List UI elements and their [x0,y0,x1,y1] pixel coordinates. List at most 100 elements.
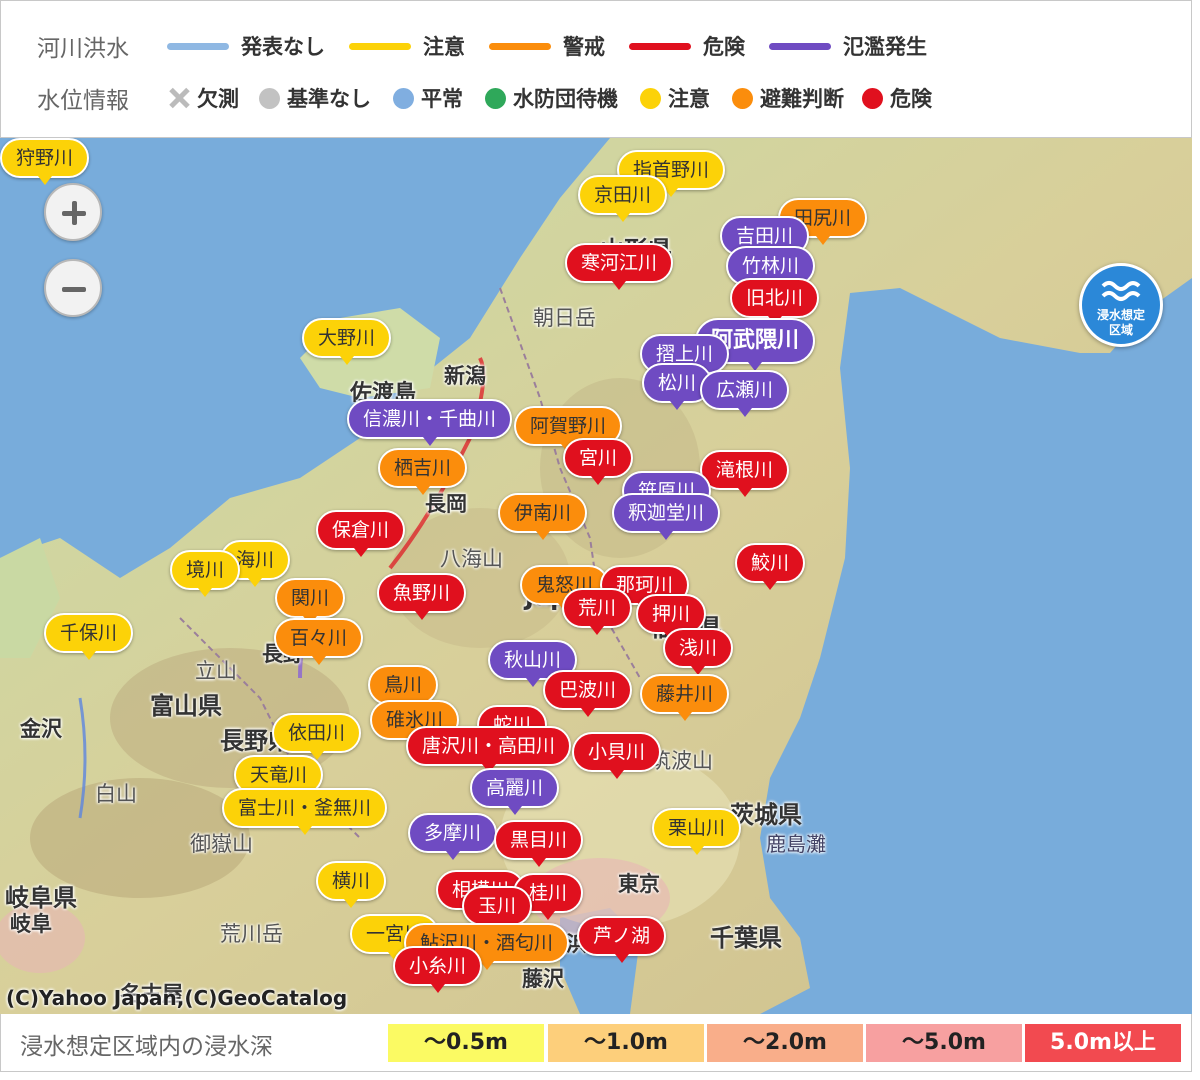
dot-icon [640,87,661,109]
depth-legend-title: 浸水想定区域内の浸水深 [20,1034,273,1060]
waves-icon [1101,281,1141,301]
dot-icon [485,87,506,109]
place-label: 岐阜 [10,912,52,936]
level-missing: 欠測 [167,83,239,113]
legend-danger: 危険 [629,31,745,61]
legend-warning-label: 警戒 [563,35,605,59]
legend-caution: 注意 [349,31,465,61]
x-icon [167,86,191,110]
plus-icon-vertical [72,201,77,225]
zoom-in-button[interactable] [44,183,102,241]
line-icon [167,42,229,50]
river-marker[interactable]: 京田川 [578,175,668,222]
place-label: 立山 [195,659,237,683]
river-marker[interactable]: 釈迦堂川 [612,493,721,540]
flood-map[interactable]: 浸水想定 区域 新潟佐渡島山形県朝日岳長岡八海山立山富山県金沢白山長野県長野御嶽… [0,138,1192,1014]
river-marker[interactable]: 狩野川 [0,138,90,185]
river-marker[interactable]: 黒目川 [494,820,584,867]
depth-1-0m: ～1.0m [548,1024,704,1062]
line-icon [349,42,411,50]
water-level-legend: 水位情報 欠測 基準なし 平常 水防団待機 注意 避難判断 危険 [37,78,932,118]
place-label: 八海山 [440,547,503,571]
place-label: 長岡 [425,492,467,516]
flood-zone-button[interactable]: 浸水想定 区域 [1079,263,1163,347]
dot-icon [259,87,280,109]
zoom-out-button[interactable] [44,259,102,317]
depth-0-5m: ～0.5m [388,1024,544,1062]
place-label: 白山 [95,782,137,806]
river-marker[interactable]: 信濃川・千曲川 [347,399,513,446]
river-marker[interactable]: 藤井川 [640,674,730,721]
river-marker[interactable]: 玉川 [462,886,533,933]
river-marker[interactable]: 高麗川 [470,768,560,815]
depth-5-0m: ～5.0m [866,1024,1022,1062]
river-marker[interactable]: 魚野川 [377,573,467,620]
level-no-standard: 基準なし [259,83,371,113]
map-copyright: (C)Yahoo Japan,(C)GeoCatalog [6,986,348,1010]
river-marker[interactable]: 栗山川 [652,808,742,855]
place-label: 朝日岳 [533,306,596,330]
legend-panel: 河川洪水 発表なし 注意 警戒 危険 氾濫発生 水位情報 欠測 基準なし 平常 … [0,0,1192,138]
river-flood-legend: 河川洪水 発表なし 注意 警戒 危険 氾濫発生 [37,26,927,66]
level-caution: 注意 [640,83,710,113]
place-label: 新潟 [444,364,486,388]
legend-caution-label: 注意 [423,35,465,59]
line-icon [629,42,691,50]
river-marker[interactable]: 鳥川 [368,665,439,712]
river-marker[interactable]: 巴波川 [543,670,633,717]
legend-flooding-label: 氾濫発生 [843,35,927,59]
level-danger: 危険 [862,83,932,113]
depth-over-5m: 5.0m以上 [1025,1024,1181,1062]
place-label: 東京 [618,872,660,896]
river-marker[interactable]: 横川 [316,861,387,908]
dot-icon [732,87,753,109]
river-marker[interactable]: 小貝川 [572,732,662,779]
river-marker[interactable]: 関川 [275,578,346,625]
legend-flooding: 氾濫発生 [769,31,927,61]
river-marker[interactable]: 鮫川 [735,543,806,590]
level-caution-label: 注意 [668,87,710,111]
place-label: 富山県 [150,692,222,720]
river-marker[interactable]: 旧北川 [730,278,820,325]
legend-none-label: 発表なし [241,35,325,59]
place-label: 御嶽山 [190,832,253,856]
level-no-standard-label: 基準なし [287,87,371,111]
river-marker[interactable]: 境川 [170,550,241,597]
river-marker[interactable]: 寒河江川 [565,243,674,290]
place-label: 荒川岳 [220,922,283,946]
level-normal: 平常 [393,83,463,113]
river-marker[interactable]: 広瀬川 [700,370,790,417]
level-evacuation: 避難判断 [732,83,844,113]
minus-icon [62,287,86,292]
river-marker[interactable]: 伊南川 [498,493,588,540]
flood-button-line1: 浸水想定 [1096,308,1145,322]
level-danger-label: 危険 [890,87,932,111]
river-marker[interactable]: 小糸川 [393,946,483,993]
river-marker[interactable]: 千保川 [44,613,134,660]
river-marker[interactable]: 百々川 [274,618,364,665]
line-icon [769,42,831,50]
place-label: 鹿島灘 [766,832,826,856]
river-marker[interactable]: 荒川 [562,588,633,635]
place-label: 千葉県 [710,924,782,952]
legend-danger-label: 危険 [703,35,745,59]
dot-icon [393,87,414,109]
level-normal-label: 平常 [421,87,463,111]
river-marker[interactable]: 宮川 [563,438,634,485]
place-label: 金沢 [20,717,62,741]
river-marker[interactable]: 富士川・釜無川 [222,788,388,835]
river-marker[interactable]: 大野川 [302,318,392,365]
river-marker[interactable]: 滝根川 [700,450,790,497]
level-standby: 水防団待機 [485,83,618,113]
place-label: 藤沢 [522,967,564,991]
level-evacuation-label: 避難判断 [760,87,844,111]
river-marker[interactable]: 多摩川 [408,813,498,860]
river-marker[interactable]: 浅川 [663,628,734,675]
river-marker[interactable]: 保倉川 [316,510,406,557]
legend-warning: 警戒 [489,31,605,61]
river-marker[interactable]: 栖吉川 [378,448,468,495]
dot-icon [862,87,883,109]
river-marker[interactable]: 依田川 [272,713,362,760]
river-marker[interactable]: 芦ノ湖 [577,916,667,963]
river-marker[interactable]: 唐沢川・高田川 [406,726,572,773]
